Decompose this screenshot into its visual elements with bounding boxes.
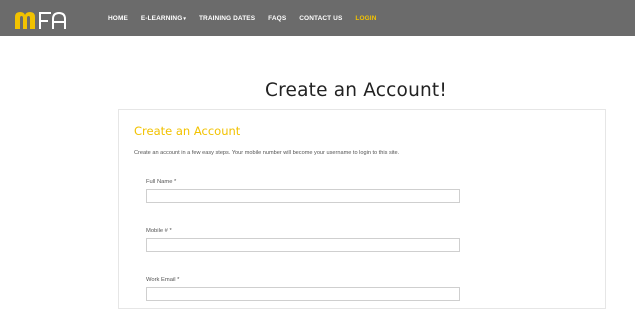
mobile-input[interactable]	[146, 238, 460, 252]
nav-faqs[interactable]: FAQS	[268, 15, 286, 22]
nav-elearning[interactable]: E-LEARNING▾	[141, 15, 186, 22]
full-name-label: Full Name *	[146, 179, 177, 185]
work-email-input[interactable]	[146, 287, 460, 301]
nav-login[interactable]: LOGIN	[355, 15, 376, 22]
page-title: Create an Account!	[264, 80, 447, 102]
chevron-down-icon: ▾	[183, 15, 186, 22]
nav-elearning-label: E-LEARNING	[140, 14, 183, 22]
top-navbar: HOME E-LEARNING▾ TRAINING DATES FAQS CON…	[0, 0, 635, 36]
full-name-input[interactable]	[146, 189, 460, 203]
mfa-logo[interactable]	[13, 7, 85, 31]
work-email-label: Work Email *	[146, 277, 180, 283]
form-title: Create an Account	[134, 124, 241, 138]
nav-training-dates[interactable]: TRAINING DATES	[199, 15, 255, 22]
signup-form-card: Create an Account Create an account in a…	[118, 109, 606, 309]
nav-home[interactable]: HOME	[108, 15, 128, 22]
mobile-label: Mobile # *	[146, 228, 172, 234]
form-description: Create an account in a few easy steps. Y…	[134, 150, 400, 156]
nav-contact-us[interactable]: CONTACT US	[299, 15, 342, 22]
main-nav: HOME E-LEARNING▾ TRAINING DATES FAQS CON…	[108, 0, 390, 36]
